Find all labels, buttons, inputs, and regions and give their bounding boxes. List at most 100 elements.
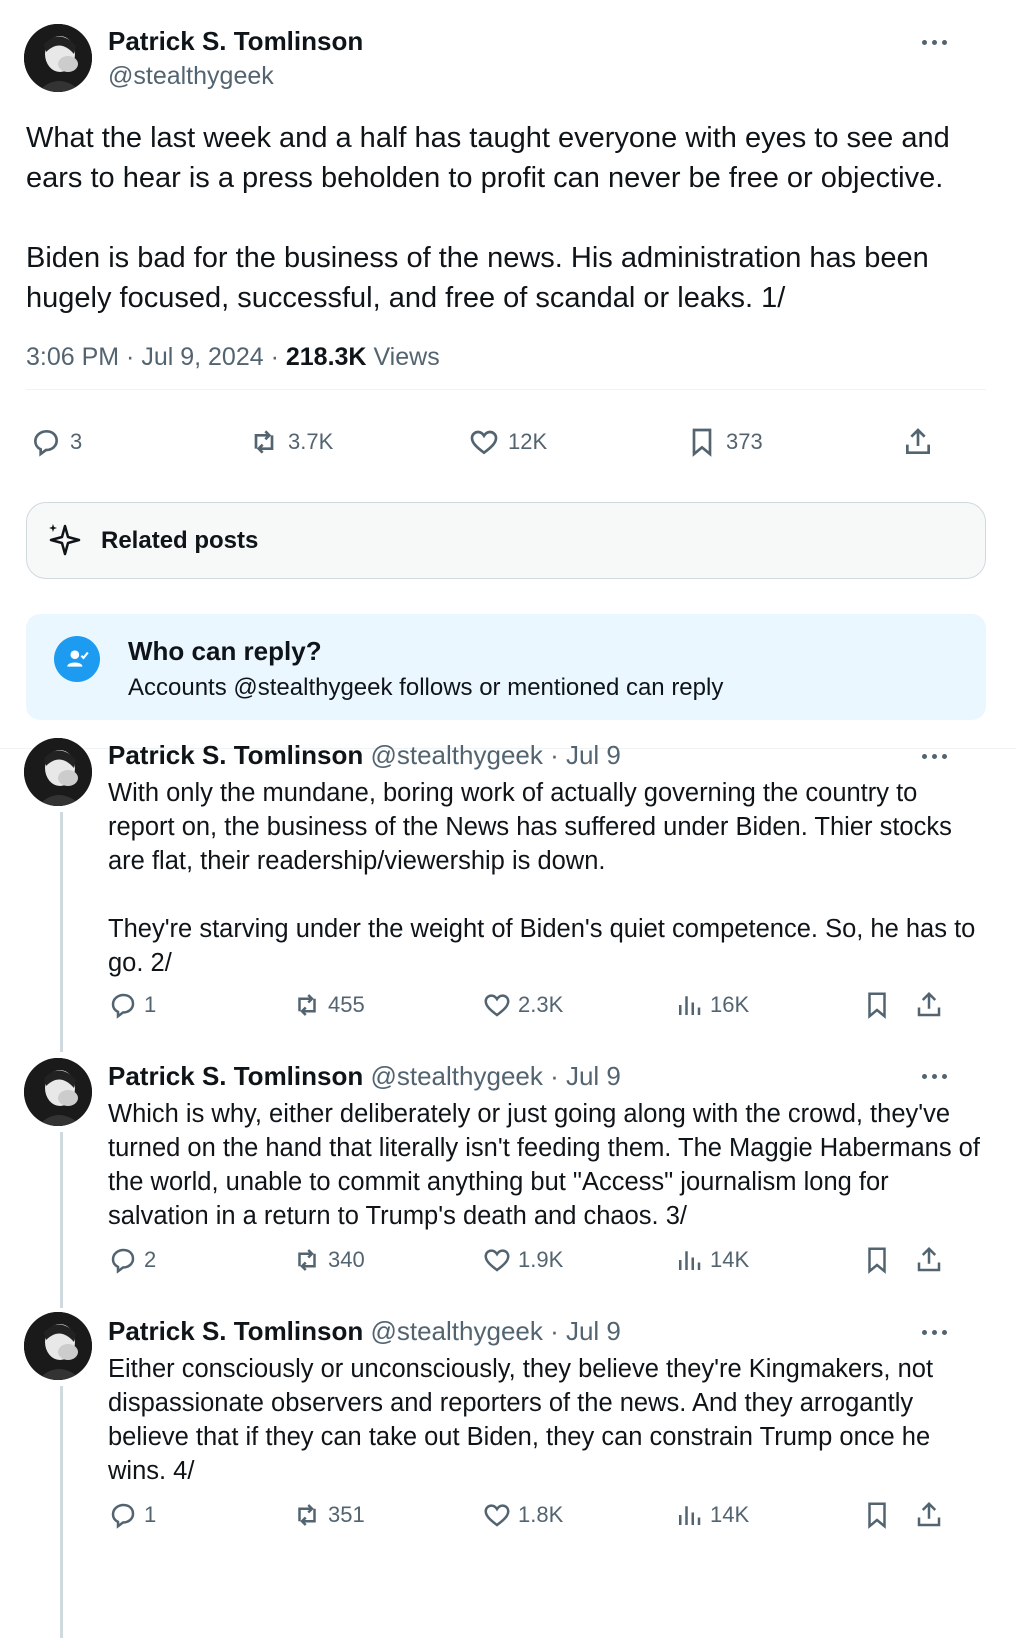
share-icon bbox=[906, 428, 930, 454]
thread-line bbox=[60, 1132, 63, 1308]
related-posts-button[interactable]: Related posts bbox=[26, 502, 986, 579]
more-options-icon[interactable] bbox=[922, 1330, 947, 1335]
repost-icon bbox=[254, 430, 274, 454]
repost-icon bbox=[298, 1249, 316, 1271]
views-button[interactable]: 16K bbox=[674, 990, 749, 1020]
views-count: 14K bbox=[710, 1502, 750, 1527]
share-icon bbox=[917, 1246, 941, 1272]
share-icon bbox=[917, 1501, 941, 1527]
views-count: 14K bbox=[710, 1247, 750, 1272]
views-label: Views bbox=[373, 343, 440, 371]
repost-button[interactable]: 3.7K bbox=[248, 426, 333, 458]
like-button[interactable]: 1.8K bbox=[482, 1500, 563, 1530]
reply-text: With only the mundane, boring work of ac… bbox=[108, 776, 988, 980]
reply-avatar[interactable] bbox=[24, 738, 92, 806]
tweet-date[interactable]: Jul 9, 2024 bbox=[141, 343, 263, 371]
reply-actions: 2 340 1.9K 14K bbox=[108, 1245, 988, 1279]
repost-count: 455 bbox=[328, 992, 365, 1017]
tweet-time[interactable]: 3:06 PM bbox=[26, 343, 119, 371]
reply-handle-date[interactable]: @stealthygeek · Jul 9 bbox=[370, 1061, 620, 1091]
share-button[interactable] bbox=[914, 990, 944, 1020]
reply-author-name[interactable]: Patrick S. Tomlinson bbox=[108, 1316, 363, 1346]
bookmark-button[interactable] bbox=[862, 1245, 892, 1275]
bookmark-button[interactable] bbox=[862, 990, 892, 1020]
share-button[interactable] bbox=[914, 1245, 944, 1275]
more-options-icon[interactable] bbox=[922, 1074, 947, 1079]
like-button[interactable]: 1.9K bbox=[482, 1245, 563, 1275]
thread-line bbox=[60, 1386, 63, 1638]
tweet-actions: 3 3.7K 12K 373 bbox=[26, 428, 986, 466]
reply-count: 1 bbox=[144, 1502, 157, 1527]
thread-line bbox=[60, 812, 63, 1052]
reply-header: Patrick S. Tomlinson @stealthygeek · Jul… bbox=[108, 1316, 621, 1347]
reply-icon bbox=[111, 1503, 135, 1529]
reply-count: 3 bbox=[70, 429, 83, 454]
repost-button[interactable]: 340 bbox=[292, 1245, 365, 1275]
reply-count: 2 bbox=[144, 1247, 157, 1272]
heart-icon bbox=[484, 1249, 510, 1272]
reply-icon bbox=[111, 1248, 135, 1274]
reply-author-name[interactable]: Patrick S. Tomlinson bbox=[108, 740, 363, 770]
more-options-icon[interactable] bbox=[922, 40, 947, 45]
reply-button[interactable]: 2 bbox=[108, 1245, 156, 1275]
reply-text: Either consciously or unconsciously, the… bbox=[108, 1352, 988, 1488]
like-button[interactable]: 2.3K bbox=[482, 990, 563, 1020]
share-button[interactable] bbox=[914, 1500, 944, 1530]
author-name[interactable]: Patrick S. Tomlinson bbox=[108, 26, 363, 57]
reply-author-name[interactable]: Patrick S. Tomlinson bbox=[108, 1061, 363, 1091]
related-posts-label: Related posts bbox=[101, 526, 259, 554]
who-can-reply-box: Who can reply? Accounts @stealthygeek fo… bbox=[26, 614, 986, 720]
reply-icon bbox=[33, 429, 59, 457]
reply-paragraph: Either consciously or unconsciously, the… bbox=[108, 1355, 934, 1485]
bookmark-count: 373 bbox=[726, 429, 763, 454]
tweet-meta: 3:06 PM · Jul 9, 2024 · 218.3K Views bbox=[26, 343, 440, 371]
sparkle-icon bbox=[49, 523, 81, 555]
reply-avatar[interactable] bbox=[24, 1312, 92, 1380]
reply-paragraph: They're starving under the weight of Bid… bbox=[108, 915, 976, 977]
author-handle[interactable]: @stealthygeek bbox=[108, 62, 274, 91]
bookmark-icon bbox=[868, 992, 886, 1019]
reply-paragraph: Which is why, either deliberately or jus… bbox=[108, 1100, 980, 1230]
reply-text: Which is why, either deliberately or jus… bbox=[108, 1097, 988, 1233]
share-button[interactable] bbox=[902, 426, 934, 458]
reply-count: 1 bbox=[144, 992, 157, 1017]
reply-actions: 1 455 2.3K 16K bbox=[108, 990, 988, 1024]
like-button[interactable]: 12K bbox=[468, 426, 547, 458]
who-can-reply-title: Who can reply? bbox=[128, 636, 322, 666]
repost-count: 3.7K bbox=[288, 429, 334, 454]
views-count: 218.3K bbox=[285, 343, 367, 371]
reply-avatar[interactable] bbox=[24, 1058, 92, 1126]
repost-count: 351 bbox=[328, 1502, 365, 1527]
reply-button[interactable]: 3 bbox=[30, 426, 82, 458]
tweet-text: What the last week and a half has taught… bbox=[26, 118, 986, 358]
bookmark-button[interactable] bbox=[862, 1500, 892, 1530]
bookmark-icon bbox=[692, 428, 712, 457]
reply-handle-date[interactable]: @stealthygeek · Jul 9 bbox=[370, 1316, 620, 1346]
user-mention-icon bbox=[54, 636, 100, 682]
tweet-paragraph: What the last week and a half has taught… bbox=[26, 122, 950, 194]
repost-icon bbox=[298, 994, 316, 1016]
share-icon bbox=[917, 991, 941, 1017]
bookmark-icon bbox=[868, 1502, 886, 1529]
views-button[interactable]: 14K bbox=[674, 1245, 749, 1275]
author-avatar[interactable] bbox=[24, 24, 92, 92]
bookmark-button[interactable]: 373 bbox=[686, 426, 763, 458]
like-count: 1.9K bbox=[518, 1247, 564, 1272]
reply-button[interactable]: 1 bbox=[108, 1500, 156, 1530]
views-button[interactable]: 14K bbox=[674, 1500, 749, 1530]
tweet-paragraph: Biden is bad for the business of the new… bbox=[26, 242, 929, 314]
repost-icon bbox=[298, 1504, 316, 1526]
reply-handle-date[interactable]: @stealthygeek · Jul 9 bbox=[370, 740, 620, 770]
reply-paragraph: With only the mundane, boring work of ac… bbox=[108, 779, 952, 875]
reply-button[interactable]: 1 bbox=[108, 990, 156, 1020]
analytics-icon bbox=[679, 1251, 701, 1270]
bookmark-icon bbox=[868, 1247, 886, 1274]
reply-header: Patrick S. Tomlinson @stealthygeek · Jul… bbox=[108, 740, 621, 771]
reply-icon bbox=[111, 993, 135, 1019]
repost-button[interactable]: 455 bbox=[292, 990, 365, 1020]
heart-icon bbox=[470, 430, 498, 455]
heart-icon bbox=[484, 1504, 510, 1527]
reply-header: Patrick S. Tomlinson @stealthygeek · Jul… bbox=[108, 1061, 621, 1092]
more-options-icon[interactable] bbox=[922, 754, 947, 759]
repost-button[interactable]: 351 bbox=[292, 1500, 365, 1530]
